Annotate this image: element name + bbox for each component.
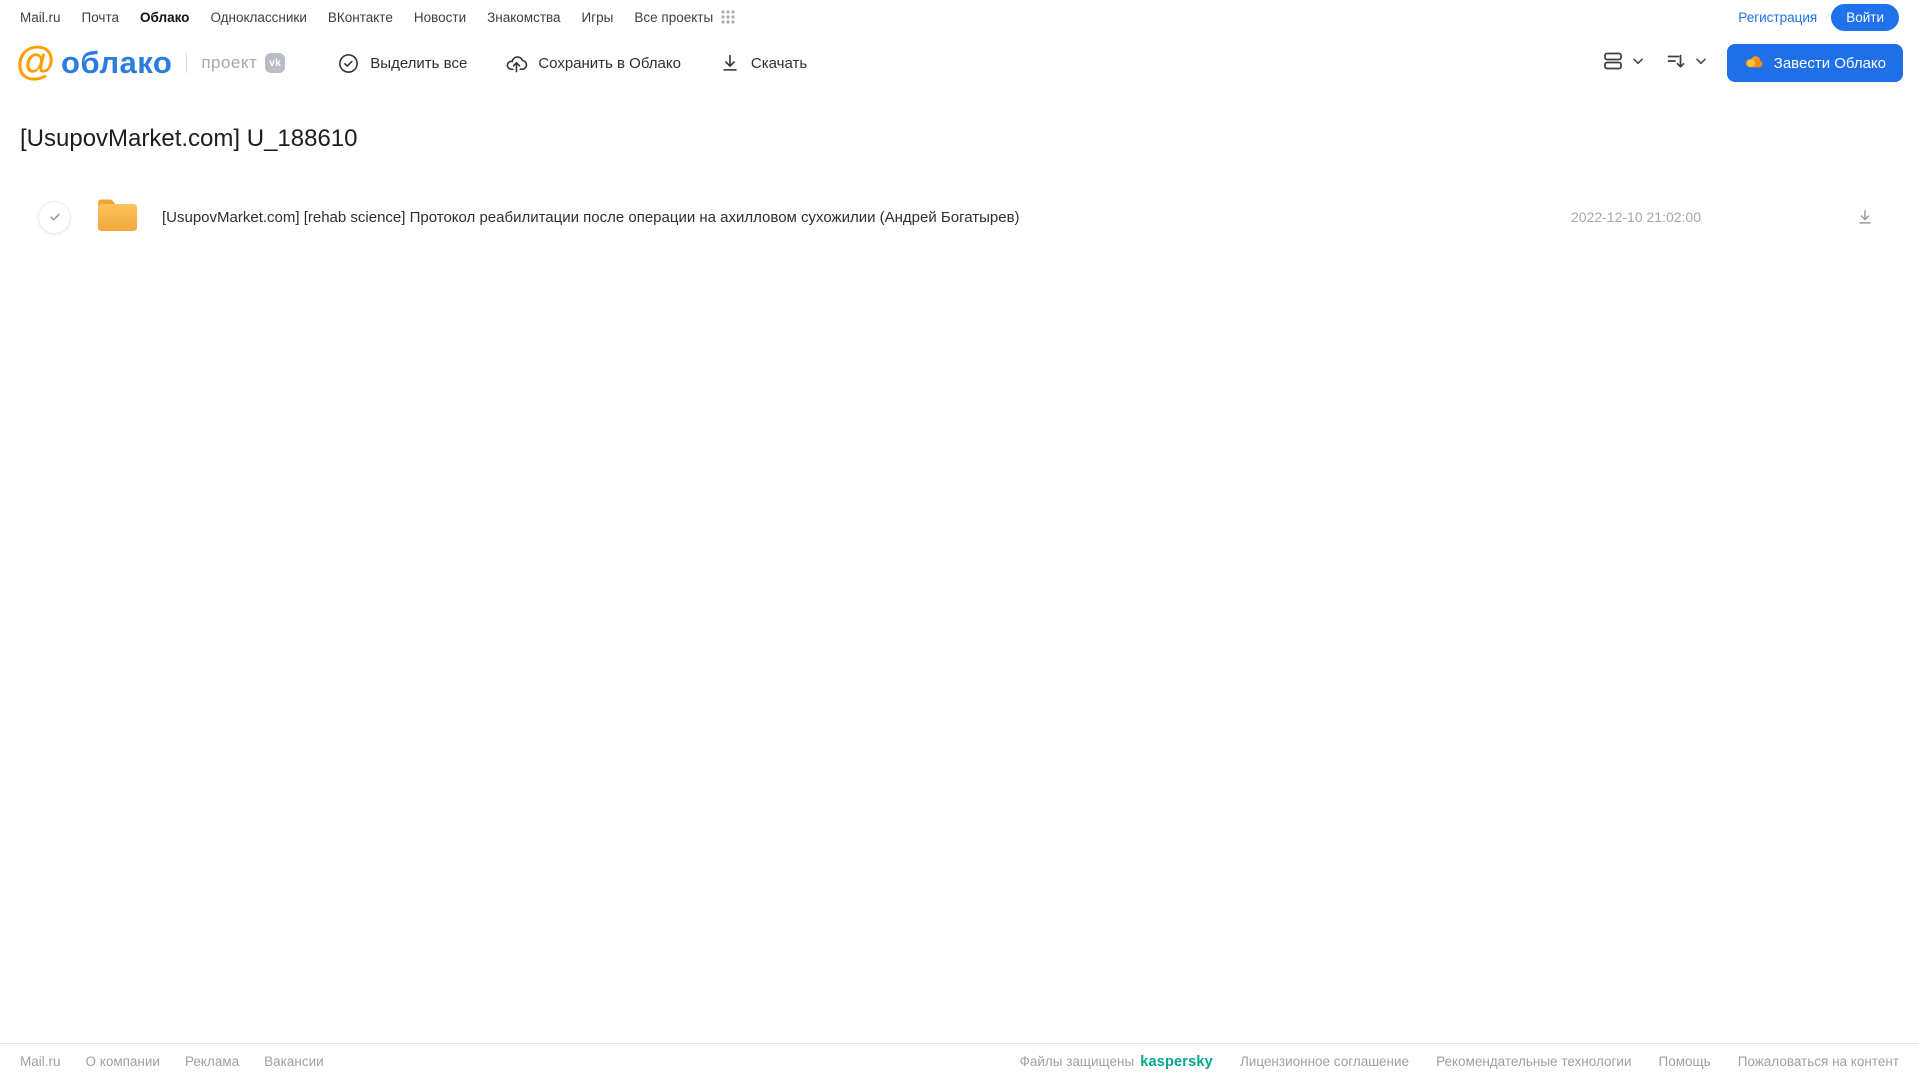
registration-link[interactable]: Регистрация: [1738, 10, 1817, 25]
logo-project: проект vk: [186, 53, 286, 73]
portal-link-odnoklassniki[interactable]: Одноклассники: [210, 10, 306, 25]
folder-icon: [95, 197, 140, 238]
footer-link-ads[interactable]: Реклама: [185, 1054, 239, 1069]
app-header: @ облако проект vk Выделить все Сохранит…: [0, 34, 1919, 92]
portal-link-oblako[interactable]: Облако: [140, 10, 189, 25]
portal-auth: Регистрация Войти: [1738, 3, 1899, 31]
kaspersky-logo[interactable]: kaspersky: [1140, 1054, 1213, 1070]
row-download-button[interactable]: [1853, 205, 1877, 229]
download-icon: [719, 52, 741, 74]
footer-link-report-content[interactable]: Пожаловаться на контент: [1738, 1054, 1899, 1069]
all-projects-label: Все проекты: [634, 9, 714, 25]
portal-link-pochta[interactable]: Почта: [82, 10, 120, 25]
cloud-orange-icon: [1744, 51, 1765, 76]
portal-link-mailru[interactable]: Mail.ru: [20, 10, 61, 25]
sort-icon: [1664, 49, 1688, 78]
check-circle-icon: [337, 52, 360, 75]
footer-link-jobs[interactable]: Вакансии: [264, 1054, 324, 1069]
download-label: Скачать: [750, 54, 808, 72]
create-cloud-button[interactable]: Завести Облако: [1726, 44, 1903, 82]
sort-dropdown[interactable]: [1664, 49, 1709, 78]
footer-right-links: Файлы защищены kaspersky Лицензионное со…: [1020, 1054, 1899, 1070]
save-to-cloud-label: Сохранить в Облако: [538, 54, 681, 72]
portal-link-novosti[interactable]: Новости: [414, 10, 466, 25]
vk-badge-icon: vk: [265, 53, 286, 73]
download-button[interactable]: Скачать: [719, 52, 807, 74]
footer-link-license[interactable]: Лицензионное соглашение: [1240, 1054, 1409, 1069]
page-footer: Mail.ru О компании Реклама Вакансии Файл…: [0, 1043, 1919, 1079]
file-date: 2022-12-10 21:02:00: [1571, 209, 1701, 225]
view-mode-icon: [1601, 49, 1625, 78]
apps-grid-icon: [720, 9, 736, 25]
file-name-link[interactable]: [UsupovMarket.com] [rehab science] Прото…: [162, 209, 1020, 226]
page-title: [UsupovMarket.com] U_188610: [20, 125, 358, 152]
footer-link-about[interactable]: О компании: [86, 1054, 160, 1069]
view-mode-dropdown[interactable]: [1601, 49, 1646, 78]
cloud-public-page: Mail.ru Почта Облако Одноклассники ВКонт…: [0, 0, 1919, 1079]
chevron-down-icon: [1693, 53, 1709, 74]
protected-by-label: Файлы защищены: [1019, 1054, 1135, 1069]
footer-link-mailru[interactable]: Mail.ru: [20, 1054, 61, 1069]
login-button[interactable]: Войти: [1831, 3, 1899, 31]
portal-links: Mail.ru Почта Облако Одноклассники ВКонт…: [20, 9, 736, 25]
cloud-logo[interactable]: @ облако проект vk: [16, 39, 286, 83]
kaspersky-protection: Файлы защищены kaspersky: [1020, 1054, 1213, 1070]
chevron-down-icon: [1630, 53, 1646, 74]
portal-link-znakomstva[interactable]: Знакомства: [487, 10, 560, 25]
portal-nav: Mail.ru Почта Облако Одноклассники ВКонт…: [0, 0, 1919, 34]
logo-brand-text: облако: [61, 45, 173, 80]
portal-link-igry[interactable]: Игры: [582, 10, 614, 25]
file-row[interactable]: [UsupovMarket.com] [rehab science] Прото…: [20, 195, 1899, 239]
file-toolbar: Выделить все Сохранить в Облако Скачать: [337, 52, 807, 75]
footer-link-recommendation-tech[interactable]: Рекомендательные технологии: [1436, 1054, 1631, 1069]
portal-link-all-projects[interactable]: Все проекты: [634, 9, 736, 25]
mailru-at-icon: @: [16, 39, 56, 83]
cloud-upload-icon: [505, 52, 528, 75]
portal-link-vkontakte[interactable]: ВКонтакте: [328, 10, 393, 25]
folder-content: [UsupovMarket.com] U_188610 [UsupovMarke…: [0, 125, 1919, 239]
select-all-label: Выделить все: [370, 54, 468, 72]
footer-left-links: Mail.ru О компании Реклама Вакансии: [20, 1054, 324, 1069]
save-to-cloud-button[interactable]: Сохранить в Облако: [505, 52, 681, 75]
create-cloud-label: Завести Облако: [1773, 54, 1886, 72]
header-right-controls: Завести Облако: [1601, 44, 1903, 82]
select-all-button[interactable]: Выделить все: [337, 52, 467, 75]
row-checkbox[interactable]: [38, 200, 71, 234]
logo-project-label: проект: [201, 53, 258, 72]
footer-link-help[interactable]: Помощь: [1659, 1054, 1711, 1069]
